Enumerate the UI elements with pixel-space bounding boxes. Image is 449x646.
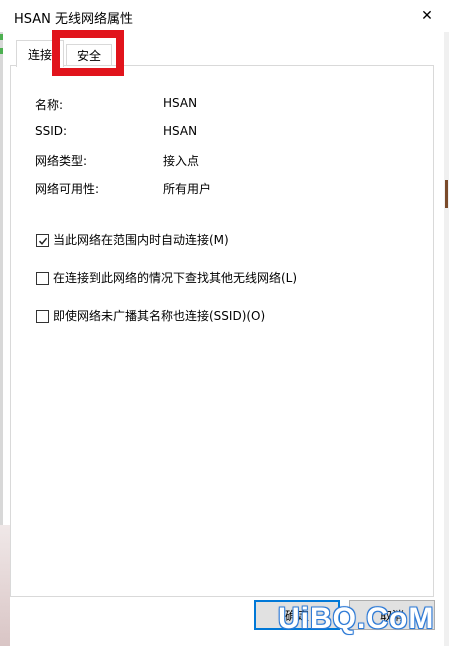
highlight-box [52, 30, 124, 76]
network-availability-label: 网络可用性: [35, 182, 100, 196]
network-type-value: 接入点 [163, 154, 200, 168]
tab-connection-label: 连接 [27, 47, 52, 62]
watermark-text: UiBQ.CoM [278, 602, 435, 635]
name-label: 名称: [35, 98, 64, 112]
tab-panel [10, 65, 434, 597]
close-button[interactable]: ✕ [410, 2, 444, 30]
background-deco [0, 525, 10, 646]
look-for-other-networks-checkbox[interactable] [36, 272, 49, 285]
ssid-value: HSAN [163, 124, 198, 138]
network-type-label: 网络类型: [35, 154, 88, 168]
checkmark-icon [38, 237, 47, 245]
name-value: HSAN [163, 96, 198, 110]
connect-hidden-ssid-label[interactable]: 即使网络未广播其名称也连接(SSID)(O) [53, 307, 265, 324]
auto-connect-checkbox[interactable] [36, 234, 49, 247]
look-for-other-networks-label[interactable]: 在连接到此网络的情况下查找其他无线网络(L) [53, 269, 297, 286]
window-right-edge [444, 32, 449, 646]
ssid-label: SSID: [35, 124, 68, 138]
connect-hidden-ssid-checkbox[interactable] [36, 310, 49, 323]
auto-connect-label[interactable]: 当此网络在范围内时自动连接(M) [53, 231, 229, 248]
close-icon: ✕ [421, 8, 433, 24]
network-availability-value: 所有用户 [163, 182, 212, 196]
window-title: HSAN 无线网络属性 [14, 12, 134, 27]
